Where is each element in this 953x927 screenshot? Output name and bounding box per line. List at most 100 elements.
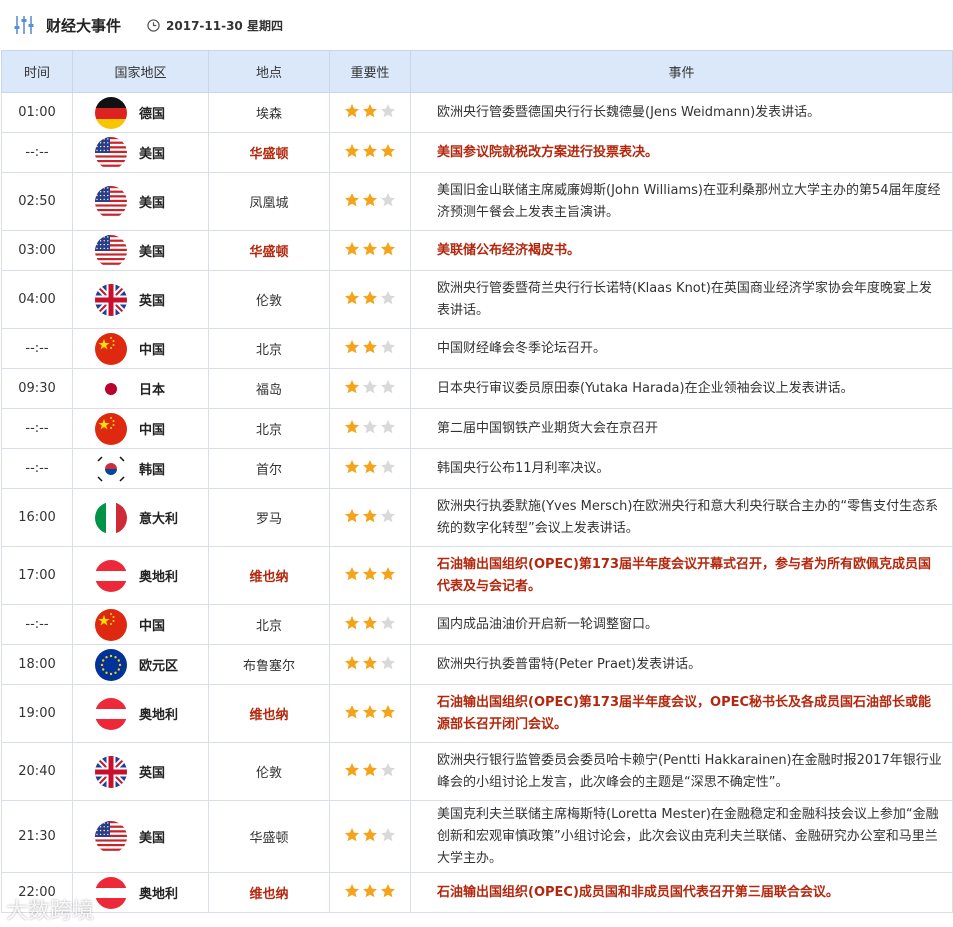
event-cell: 欧洲央行执委默施(Yves Mersch)在欧洲央行和意大利央行联合主办的“零售… (410, 488, 953, 547)
country-cell: 美国 (72, 132, 209, 173)
time-cell: 20:40 (1, 742, 73, 801)
star-filled-icon (345, 379, 359, 393)
location-cell: 北京 (208, 328, 330, 369)
star-filled-icon (345, 339, 359, 353)
importance-cell (329, 230, 411, 271)
country-cell: 奥地利 (72, 684, 209, 743)
star-filled-icon (363, 704, 377, 718)
country-cell: 奥地利 (72, 872, 209, 913)
column-header-importance: 重要性 (329, 50, 411, 93)
usa-flag-icon (95, 234, 127, 267)
star-filled-icon (363, 103, 377, 117)
importance-cell (329, 172, 411, 231)
star-filled-icon (345, 419, 359, 433)
time-cell: 22:00 (1, 872, 73, 913)
star-filled-icon (363, 339, 377, 353)
time-cell: --:-- (1, 408, 73, 449)
importance-stars (330, 290, 410, 306)
table-body: 01:00 德国 埃森 欧洲央行管委暨德国央行行长魏德曼(Jens Weidmann)… (1, 92, 953, 913)
time-cell: 03:00 (1, 230, 73, 271)
star-filled-icon (381, 566, 395, 580)
country-name: 美国 (139, 245, 166, 260)
country-name: 美国 (139, 147, 166, 162)
importance-stars (330, 339, 410, 355)
country-cell: 英国 (72, 270, 209, 329)
star-empty-icon (381, 508, 395, 522)
korea-flag-icon (95, 452, 127, 485)
importance-cell (329, 684, 411, 743)
country-name: 日本 (139, 383, 166, 398)
star-filled-icon (363, 459, 377, 473)
importance-cell (329, 408, 411, 449)
star-filled-icon (381, 883, 395, 897)
table-row: 22:00 奥地利 维也纳 石油输出国组织(OPEC)成员国和非成员国代表召开第三届联… (1, 872, 953, 913)
country-cell: 欧元区 (72, 644, 209, 685)
table-row: --:-- 韩国 首尔 韩国央行公布11月利率决议。 (1, 448, 953, 489)
country-cell: 美国 (72, 230, 209, 271)
star-empty-icon (381, 379, 395, 393)
star-empty-icon (381, 192, 395, 206)
japan-flag-icon (95, 372, 127, 405)
country-name: 英国 (139, 766, 166, 781)
location-cell: 北京 (208, 604, 330, 645)
star-empty-icon (381, 103, 395, 117)
page-title: 财经大事件 (46, 16, 122, 35)
table-row: 19:00 奥地利 维也纳 石油输出国组织(OPEC)第173届半年度会议，OPEC秘… (1, 684, 953, 743)
eu-flag-icon (95, 648, 127, 681)
column-header-event: 事件 (410, 50, 953, 93)
importance-cell (329, 644, 411, 685)
star-filled-icon (363, 290, 377, 304)
china-flag-icon (95, 608, 127, 641)
time-cell: 19:00 (1, 684, 73, 743)
table-row: 16:00 意大利 罗马 欧洲央行执委默施(Yves Mersch)在欧洲央行和意大利… (1, 488, 953, 547)
country-cell: 美国 (72, 800, 209, 873)
star-filled-icon (345, 241, 359, 255)
star-filled-icon (345, 655, 359, 669)
event-cell: 韩国央行公布11月利率决议。 (410, 448, 953, 489)
country-name: 奥地利 (139, 887, 179, 902)
importance-stars (330, 459, 410, 475)
country-name: 中国 (139, 619, 166, 634)
country-name: 韩国 (139, 463, 166, 478)
country-name: 美国 (139, 196, 166, 211)
event-cell: 美国旧金山联储主席威廉姆斯(John Williams)在亚利桑那州立大学主办的… (410, 172, 953, 231)
date-label: 2017-11-30 星期四 (166, 18, 283, 33)
location-cell: 布鲁塞尔 (208, 644, 330, 685)
star-filled-icon (345, 883, 359, 897)
table-row: 02:50 美国 凤凰城 美国旧金山联储主席威廉姆斯(John Williams)在亚… (1, 172, 953, 231)
germany-flag-icon (95, 96, 127, 129)
table-row: --:-- 美国 华盛顿 美国参议院就税改方案进行投票表决。 (1, 132, 953, 173)
star-filled-icon (345, 508, 359, 522)
importance-stars (330, 883, 410, 899)
country-cell: 中国 (72, 328, 209, 369)
table-row: 21:30 美国 华盛顿 美国克利夫兰联储主席梅斯特(Loretta Mester)在… (1, 800, 953, 873)
table-row: 20:40 英国 伦敦 欧洲央行银行监管委员会委员哈卡赖宁(Pentti Hakkar… (1, 742, 953, 801)
star-filled-icon (363, 762, 377, 776)
importance-cell (329, 270, 411, 329)
austria-flag-icon (95, 876, 127, 909)
time-cell: --:-- (1, 132, 73, 173)
importance-stars (330, 566, 410, 582)
event-cell: 欧洲央行银行监管委员会委员哈卡赖宁(Pentti Hakkarainen)在金融… (410, 742, 953, 801)
country-name: 德国 (139, 107, 166, 122)
star-filled-icon (363, 655, 377, 669)
star-empty-icon (381, 290, 395, 304)
location-cell: 首尔 (208, 448, 330, 489)
time-cell: 18:00 (1, 644, 73, 685)
china-flag-icon (95, 332, 127, 365)
location-cell: 华盛顿 (208, 800, 330, 873)
star-filled-icon (345, 192, 359, 206)
star-filled-icon (381, 143, 395, 157)
star-filled-icon (345, 143, 359, 157)
country-cell: 中国 (72, 604, 209, 645)
star-filled-icon (363, 615, 377, 629)
importance-cell (329, 368, 411, 409)
star-empty-icon (381, 615, 395, 629)
star-filled-icon (345, 290, 359, 304)
star-empty-icon (381, 419, 395, 433)
star-filled-icon (345, 762, 359, 776)
event-cell: 国内成品油油价开启新一轮调整窗口。 (410, 604, 953, 645)
star-filled-icon (345, 704, 359, 718)
uk-flag-icon (95, 755, 127, 788)
usa-flag-icon (95, 136, 127, 169)
